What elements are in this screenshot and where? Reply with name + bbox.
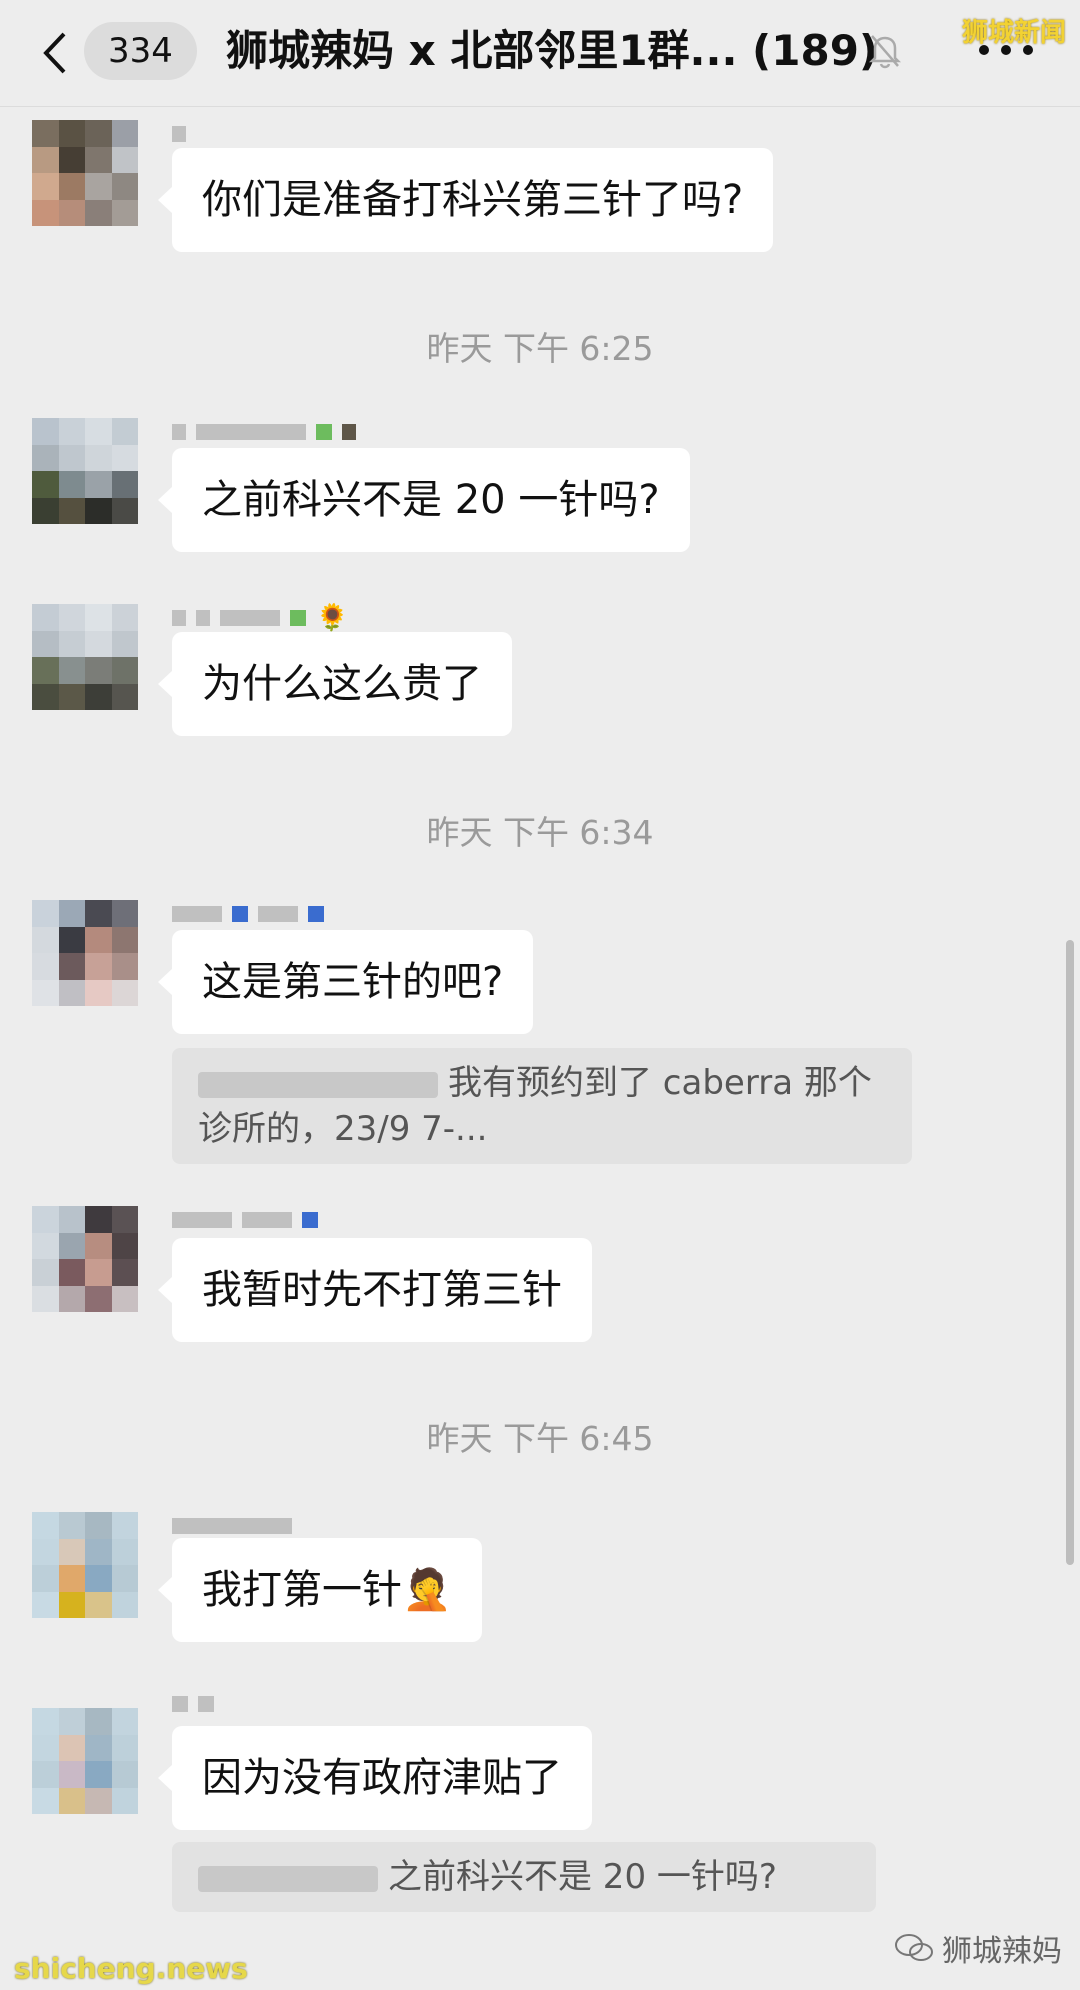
- sender-name-blurred: [172, 900, 324, 928]
- avatar[interactable]: [32, 1206, 138, 1312]
- sender-name-blurred: [172, 1690, 214, 1718]
- scrollbar[interactable]: [1066, 940, 1074, 1565]
- mute-bell-icon: [868, 32, 902, 70]
- chat-header: 334 狮城辣妈 x 北部邻里1群... (189) 狮城新闻: [0, 0, 1080, 107]
- sender-name-blurred: [172, 418, 356, 446]
- sunflower-emoji: 🌻: [316, 603, 349, 633]
- chat-title: 狮城辣妈 x 北部邻里1群... (189): [226, 26, 879, 75]
- message-bubble[interactable]: 之前科兴不是 20 一针吗?: [158, 448, 690, 552]
- wechat-icon: [895, 1934, 933, 1961]
- message-bubble[interactable]: 我打第一针🤦: [158, 1538, 482, 1642]
- sender-name-blurred: 🌻: [172, 603, 349, 633]
- message-bubble[interactable]: 因为没有政府津贴了: [158, 1726, 592, 1830]
- avatar[interactable]: [32, 604, 138, 710]
- avatar[interactable]: [32, 1708, 138, 1814]
- quoted-text: 之前科兴不是 20 一针吗?: [388, 1857, 777, 1897]
- quoted-message[interactable]: 我有预约到了 caberra 那个诊所的，23/9 7-...: [172, 1048, 912, 1164]
- avatar[interactable]: [32, 418, 138, 524]
- news-watermark: 狮城新闻: [962, 18, 1067, 48]
- message-bubble[interactable]: 我暂时先不打第三针: [158, 1238, 592, 1342]
- message-bubble[interactable]: 你们是准备打科兴第三针了吗?: [157, 148, 774, 252]
- avatar[interactable]: [32, 120, 138, 226]
- site-watermark: shicheng.news: [14, 1952, 248, 1985]
- unread-count-badge[interactable]: 334: [84, 22, 197, 80]
- timestamp: 昨天 下午 6:25: [426, 329, 654, 368]
- account-watermark: 狮城辣妈: [894, 1926, 1062, 1970]
- timestamp: 昨天 下午 6:45: [426, 1419, 654, 1458]
- back-arrow-icon[interactable]: [36, 26, 76, 80]
- sender-name-blurred: [172, 120, 186, 148]
- timestamp: 昨天 下午 6:34: [426, 813, 654, 852]
- account-name: 狮城辣妈: [942, 1934, 1062, 1969]
- quoted-message[interactable]: 之前科兴不是 20 一针吗?: [172, 1842, 876, 1912]
- quoted-sender-blurred: [198, 1071, 438, 1098]
- avatar[interactable]: [32, 900, 138, 1006]
- quoted-sender-blurred: [198, 1865, 378, 1892]
- sender-name-blurred: [172, 1512, 292, 1540]
- avatar[interactable]: [32, 1512, 138, 1618]
- sender-name-blurred: [172, 1206, 318, 1234]
- message-bubble[interactable]: 这是第三针的吧?: [157, 930, 534, 1034]
- message-bubble[interactable]: 为什么这么贵了: [158, 632, 512, 736]
